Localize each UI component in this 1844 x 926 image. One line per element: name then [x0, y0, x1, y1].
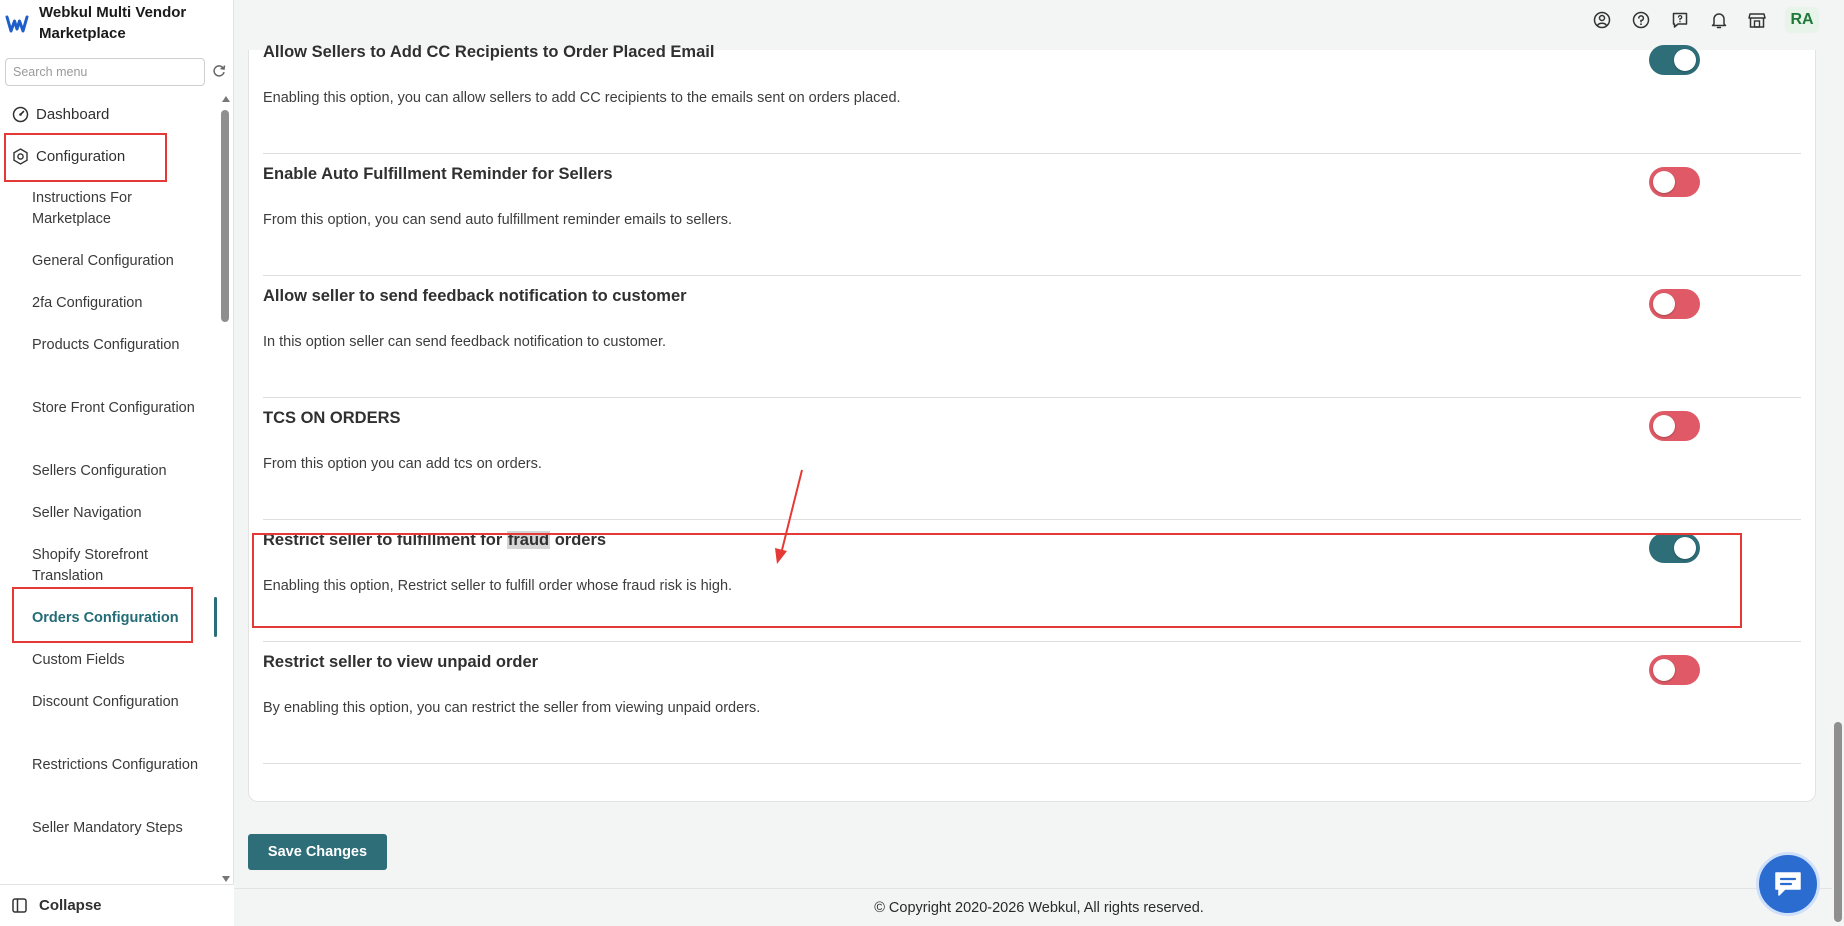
settings-hexagon-icon — [13, 147, 28, 165]
sidebar-item-label: Dashboard — [36, 105, 110, 123]
setting-auto-fulfillment-reminder: Enable Auto Fulfillment Reminder for Sel… — [263, 154, 1801, 276]
sidebar-item-2fa-configuration[interactable]: 2fa Configuration — [32, 293, 202, 314]
user-circle-icon[interactable] — [1592, 10, 1612, 30]
sidebar-item-orders-configuration[interactable]: Orders Configuration — [32, 608, 202, 629]
brand: Webkul Multi Vendor Marketplace — [0, 0, 234, 54]
setting-description: From this option, you can send auto fulf… — [263, 212, 733, 228]
restrict-unpaid-orders-toggle[interactable] — [1649, 655, 1700, 685]
feedback-icon[interactable] — [1670, 10, 1690, 30]
sidebar-collapse-icon — [12, 898, 27, 913]
copyright-text: © Copyright 2020-2026 Webkul, All rights… — [874, 899, 1204, 916]
sidebar-item-sellers-configuration[interactable]: Sellers Configuration — [32, 461, 202, 482]
setting-title: Restrict seller to view unpaid order — [263, 653, 539, 671]
main-scroll-thumb[interactable] — [1834, 722, 1842, 922]
search-input[interactable] — [6, 59, 204, 85]
setting-feedback-notification: Allow seller to send feedback notificati… — [263, 276, 1801, 398]
setting-tcs-on-orders: TCS ON ORDERS From this option you can a… — [263, 398, 1801, 520]
sidebar: Webkul Multi Vendor Marketplace Dashboar… — [0, 0, 234, 926]
sidebar-item-instructions[interactable]: Instructions For Marketplace — [32, 188, 202, 230]
setting-description: Enabling this option, Restrict seller to… — [263, 578, 733, 594]
store-icon[interactable] — [1747, 10, 1767, 30]
toggle-knob — [1653, 659, 1675, 681]
setting-title: Restrict seller to fulfillment for fraud… — [263, 531, 606, 550]
setting-description: In this option seller can send feedback … — [263, 334, 667, 350]
brand-name: Webkul Multi Vendor Marketplace — [39, 4, 187, 42]
setting-restrict-fraud-fulfillment: Restrict seller to fulfillment for fraud… — [263, 520, 1801, 642]
setting-restrict-unpaid-orders: Restrict seller to view unpaid order By … — [263, 642, 1801, 764]
sidebar-item-store-front-configuration[interactable]: Store Front Configuration — [32, 398, 202, 419]
main-scrollbar[interactable] — [1832, 0, 1844, 926]
sidebar-item-custom-fields[interactable]: Custom Fields — [32, 650, 202, 671]
sidebar-item-general-configuration[interactable]: General Configuration — [32, 251, 202, 272]
sidebar-item-products-configuration[interactable]: Products Configuration — [32, 335, 202, 356]
sidebar-item-discount-configuration[interactable]: Discount Configuration — [32, 692, 202, 713]
chat-icon — [1775, 872, 1801, 896]
sidebar-item-seller-mandatory-steps[interactable]: Seller Mandatory Steps — [32, 818, 202, 839]
sidebar-item-configuration[interactable]: Configuration — [12, 138, 125, 174]
search-box — [5, 58, 205, 86]
cc-recipients-toggle[interactable] — [1649, 45, 1700, 75]
sidebar-item-seller-navigation[interactable]: Seller Navigation — [32, 503, 202, 524]
chat-button[interactable] — [1756, 852, 1820, 916]
active-indicator — [214, 597, 217, 637]
refresh-icon[interactable] — [211, 63, 227, 79]
restrict-fraud-fulfillment-toggle[interactable] — [1649, 533, 1700, 563]
title-suffix: orders — [550, 531, 607, 549]
toggle-knob — [1674, 537, 1696, 559]
collapse-button[interactable]: Collapse — [0, 884, 234, 926]
sidebar-scroll-thumb[interactable] — [221, 110, 229, 322]
setting-title: Enable Auto Fulfillment Reminder for Sel… — [263, 165, 613, 183]
tcs-on-orders-toggle[interactable] — [1649, 411, 1700, 441]
sidebar-item-dashboard[interactable]: Dashboard — [12, 96, 109, 132]
setting-title: Allow Sellers to Add CC Recipients to Or… — [263, 43, 715, 61]
help-icon[interactable] — [1631, 10, 1651, 30]
sidebar-scrollbar[interactable] — [219, 96, 231, 882]
collapse-label: Collapse — [39, 897, 102, 914]
feedback-notification-toggle[interactable] — [1649, 289, 1700, 319]
auto-fulfillment-reminder-toggle[interactable] — [1649, 167, 1700, 197]
scroll-up-arrow-icon[interactable] — [222, 96, 230, 102]
webkul-logo-icon — [5, 15, 29, 33]
sidebar-item-restrictions-configuration[interactable]: Restrictions Configuration — [32, 755, 202, 776]
setting-title: Allow seller to send feedback notificati… — [263, 287, 687, 305]
toggle-knob — [1653, 171, 1675, 193]
avatar[interactable]: RA — [1785, 7, 1819, 33]
dashboard-icon — [12, 106, 29, 122]
footer: © Copyright 2020-2026 Webkul, All rights… — [234, 888, 1844, 926]
bell-icon[interactable] — [1709, 10, 1729, 30]
setting-description: By enabling this option, you can restric… — [263, 700, 761, 716]
save-changes-button[interactable]: Save Changes — [248, 834, 387, 870]
setting-cc-recipients: Allow Sellers to Add CC Recipients to Or… — [263, 32, 1801, 154]
search-highlight: fraud — [506, 531, 551, 549]
sidebar-item-label: Configuration — [36, 147, 126, 165]
toggle-knob — [1653, 293, 1675, 315]
toggle-knob — [1653, 415, 1675, 437]
setting-title: TCS ON ORDERS — [263, 409, 401, 427]
setting-description: From this option you can add tcs on orde… — [263, 456, 542, 472]
sidebar-item-storefront-translation[interactable]: Shopify Storefront Translation — [32, 545, 202, 587]
title-prefix: Restrict seller to fulfillment for — [263, 531, 507, 549]
setting-description: Enabling this option, you can allow sell… — [263, 90, 901, 106]
sidebar-menu: Dashboard Configuration Instructions For… — [0, 96, 220, 882]
toggle-knob — [1674, 49, 1696, 71]
scroll-down-arrow-icon[interactable] — [222, 876, 230, 882]
